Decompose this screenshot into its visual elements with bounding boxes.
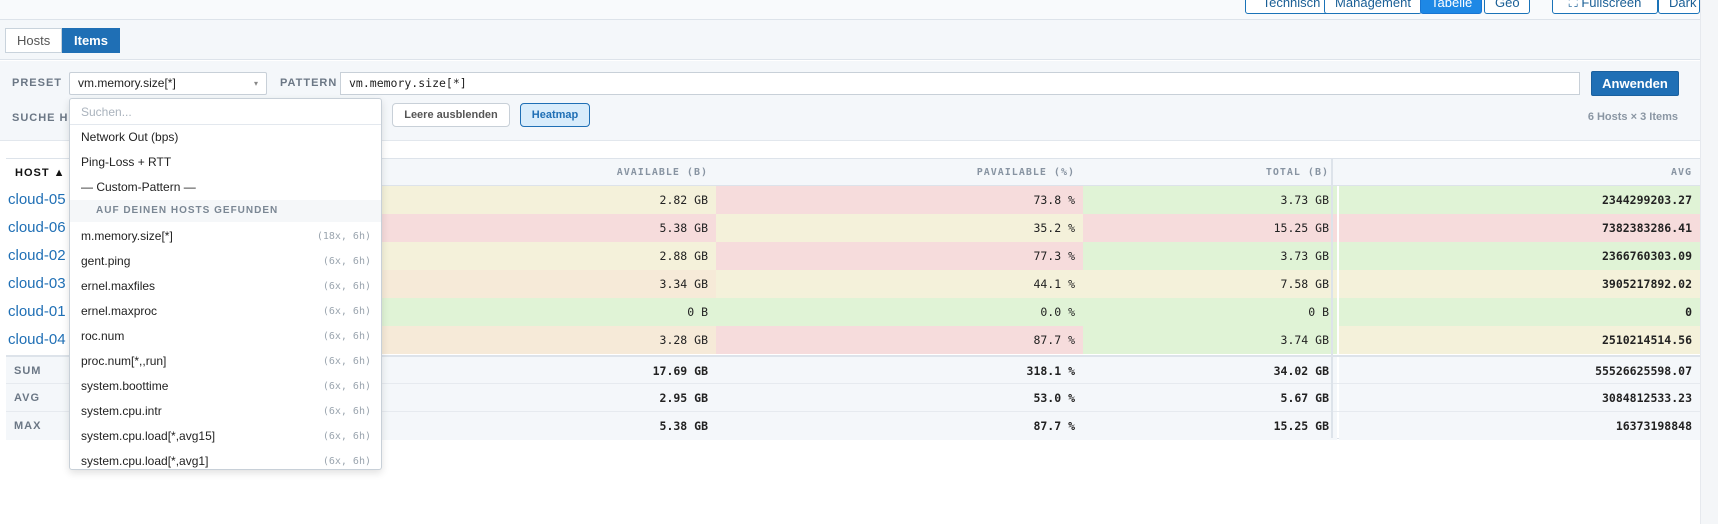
cell-total: 7.58 GB: [1083, 270, 1337, 298]
heatmap-toggle-button[interactable]: Heatmap: [520, 103, 590, 127]
column-divider: [1331, 158, 1333, 438]
cell-avg: 16373198848: [1339, 412, 1700, 440]
host-item-count: 6 Hosts × 3 Items: [1587, 111, 1678, 123]
dropdown-item-meta: (6x, 6h): [322, 256, 371, 267]
dropdown-item-label: system.cpu.intr: [81, 404, 162, 418]
dropdown-item-label: ernel.maxproc: [81, 304, 158, 318]
dropdown-item-meta: (6x, 6h): [322, 431, 371, 442]
tab-bar: Hosts Items: [0, 20, 1700, 60]
cell-total: 3.74 GB: [1083, 326, 1337, 354]
dropdown-item-label: m.memory.size[*]: [81, 229, 173, 243]
dropdown-item[interactable]: system.cpu.intr (6x, 6h): [70, 399, 381, 424]
preset-label: PRESET: [12, 77, 63, 89]
cell-total: 34.02 GB: [1083, 357, 1337, 385]
preset-dropdown: Suchen... Network Out (bps) Ping-Loss + …: [69, 98, 382, 470]
dropdown-item-meta: (6x, 6h): [322, 306, 371, 317]
cell-avg: 3905217892.02: [1339, 270, 1700, 298]
pattern-label: PATTERN: [280, 77, 338, 89]
cell-total: 0 B: [1083, 298, 1337, 326]
dropdown-item-meta: (6x, 6h): [322, 356, 371, 367]
dropdown-item-label: ernel.maxfiles: [81, 279, 156, 293]
cell-avg: 2510214514.56: [1339, 326, 1700, 354]
preset-select[interactable]: vm.memory.size[*] ▾: [69, 72, 267, 95]
cell-pavailable: 87.7 %: [716, 326, 1083, 354]
dropdown-item-label: proc.num[*,,run]: [81, 354, 167, 368]
cell-pavailable: 73.8 %: [716, 186, 1083, 214]
dropdown-item-label: system.boottime: [81, 379, 169, 393]
dropdown-item[interactable]: system.boottime (6x, 6h): [70, 374, 381, 399]
cell-avg: 0: [1339, 298, 1700, 326]
cell-avg: 2366760303.09: [1339, 242, 1700, 270]
dropdown-item[interactable]: proc.num[*,,run] (6x, 6h): [70, 349, 381, 374]
cell-pavailable: 77.3 %: [716, 242, 1083, 270]
dark-mode-button[interactable]: Dark: [1658, 0, 1700, 14]
tab-items[interactable]: Items: [62, 28, 120, 53]
view-tabelle-button[interactable]: Tabelle: [1420, 0, 1482, 14]
view-management-button[interactable]: Management: [1324, 0, 1422, 14]
cell-avg: 7382383286.41: [1339, 214, 1700, 242]
column-header-total[interactable]: TOTAL (B): [1083, 159, 1337, 187]
hide-empty-button[interactable]: Leere ausblenden: [392, 103, 510, 127]
chevron-down-icon: ▾: [253, 79, 258, 88]
dropdown-item-meta: (6x, 6h): [322, 456, 371, 467]
dropdown-item-meta: (6x, 6h): [322, 381, 371, 392]
dropdown-item-meta: (18x, 6h): [316, 231, 371, 242]
dropdown-item[interactable]: ernel.maxproc (6x, 6h): [70, 299, 381, 324]
cell-pavailable: 53.0 %: [716, 384, 1083, 412]
cell-pavailable: 318.1 %: [716, 357, 1083, 385]
view-geo-button[interactable]: Geo: [1484, 0, 1530, 14]
scrollbar[interactable]: [1700, 0, 1718, 524]
dropdown-item-label: system.cpu.load[*,avg1]: [81, 454, 209, 468]
dropdown-item[interactable]: Network Out (bps): [70, 125, 381, 150]
dropdown-group-header: AUF DEINEN HOSTS GEFUNDEN: [70, 200, 381, 222]
cell-pavailable: 44.1 %: [716, 270, 1083, 298]
dropdown-item[interactable]: system.cpu.load[*,avg1] (6x, 6h): [70, 449, 381, 469]
pattern-input[interactable]: vm.memory.size[*]: [340, 72, 1580, 95]
dropdown-item-meta: (6x, 6h): [322, 281, 371, 292]
cell-pavailable: 87.7 %: [716, 412, 1083, 440]
column-header-pavailable[interactable]: PAVAILABLE (%): [716, 159, 1083, 187]
preset-select-value: vm.memory.size[*]: [78, 76, 176, 90]
dropdown-item-label: system.cpu.load[*,avg15]: [81, 429, 216, 443]
dropdown-item[interactable]: roc.num (6x, 6h): [70, 324, 381, 349]
dropdown-item[interactable]: m.memory.size[*] (18x, 6h): [70, 224, 381, 249]
app-content: Technisch Management Tabelle Geo ⛶ Fulls…: [0, 0, 1700, 524]
dropdown-item[interactable]: system.cpu.load[*,avg15] (6x, 6h): [70, 424, 381, 449]
column-header-avg[interactable]: AVG: [1339, 159, 1700, 187]
dropdown-item[interactable]: gent.ping (6x, 6h): [70, 249, 381, 274]
dropdown-item[interactable]: Ping-Loss + RTT: [70, 150, 381, 175]
dropdown-item-label: roc.num: [81, 329, 125, 343]
cell-total: 3.73 GB: [1083, 242, 1337, 270]
tab-hosts[interactable]: Hosts: [5, 28, 63, 53]
cell-total: 5.67 GB: [1083, 384, 1337, 412]
dropdown-item-label: gent.ping: [81, 254, 131, 268]
dropdown-item[interactable]: — Custom-Pattern —: [70, 175, 381, 200]
view-switcher-bar: Technisch Management Tabelle Geo ⛶ Fulls…: [0, 0, 1700, 20]
cell-pavailable: 0.0 %: [716, 298, 1083, 326]
cell-total: 3.73 GB: [1083, 186, 1337, 214]
fullscreen-button[interactable]: ⛶ Fullscreen: [1552, 0, 1658, 14]
dropdown-item[interactable]: ernel.maxfiles (6x, 6h): [70, 274, 381, 299]
cell-total: 15.25 GB: [1083, 214, 1337, 242]
dropdown-item-meta: (6x, 6h): [322, 331, 371, 342]
cell-avg: 55526625598.07: [1339, 357, 1700, 385]
cell-total: 15.25 GB: [1083, 412, 1337, 440]
cell-avg: 3084812533.23: [1339, 384, 1700, 412]
dropdown-search-input[interactable]: Suchen...: [70, 99, 381, 125]
cell-pavailable: 35.2 %: [716, 214, 1083, 242]
apply-button[interactable]: Anwenden: [1591, 71, 1679, 96]
cell-avg: 2344299203.27: [1339, 186, 1700, 214]
dropdown-item-meta: (6x, 6h): [322, 406, 371, 417]
